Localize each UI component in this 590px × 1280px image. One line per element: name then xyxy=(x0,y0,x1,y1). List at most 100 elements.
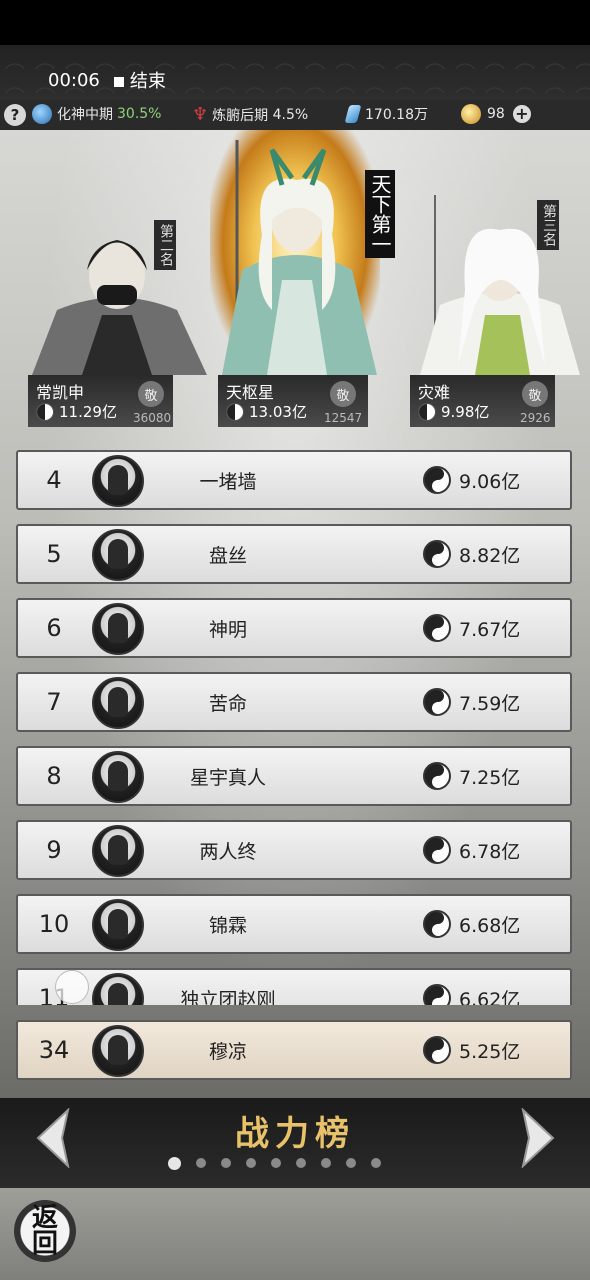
row-rank: 4 xyxy=(46,466,62,494)
spirit-stone-resource: 170.18万 xyxy=(344,104,428,124)
recording-stop-button[interactable]: 结束 xyxy=(113,67,166,93)
row-name: 一堵墙 xyxy=(199,470,257,493)
footer-ink-landscape xyxy=(0,1188,590,1280)
page-dot[interactable] xyxy=(221,1158,231,1168)
ranking-row[interactable]: 4 一堵墙 9.06亿 xyxy=(16,450,572,510)
row-name: 神明 xyxy=(208,618,247,641)
resource-bar: ? 化神中期 30.5% ♆ 炼腑后期 4.5% 170.18万 98 + xyxy=(0,100,590,130)
screen-recording-indicator[interactable]: 00:06 结束 xyxy=(48,66,166,94)
first-place-respect-count: 12547 xyxy=(324,411,363,425)
player-avatar xyxy=(92,603,144,655)
page-dot[interactable] xyxy=(246,1158,256,1168)
yinyang-icon xyxy=(423,836,451,864)
page-dot[interactable] xyxy=(321,1158,331,1168)
row-name: 两人终 xyxy=(199,840,257,863)
ranking-list[interactable]: 4 一堵墙 9.06亿 5 盘丝 8.82亿 6 神明 7.67亿 7 苦命 7… xyxy=(0,440,590,1005)
row-power: 8.82亿 xyxy=(459,544,521,567)
row-rank: 10 xyxy=(38,910,70,938)
yinyang-icon xyxy=(423,984,451,1005)
third-rank-tag: 第三名 xyxy=(537,200,559,250)
player-avatar xyxy=(92,529,144,581)
page-dot[interactable] xyxy=(296,1158,306,1168)
yinyang-icon xyxy=(423,910,451,938)
row-power: 7.25亿 xyxy=(459,766,521,789)
my-ranking-row[interactable]: 34 穆凉 5.25亿 xyxy=(16,1020,572,1080)
row-power: 6.62亿 xyxy=(459,988,521,1006)
row-rank: 5 xyxy=(46,540,62,568)
add-currency-icon[interactable]: + xyxy=(512,105,531,123)
yinyang-icon xyxy=(423,762,451,790)
ranking-row[interactable]: 8 星宇真人 7.25亿 xyxy=(16,746,572,806)
body-resource: ♆ 炼腑后期 4.5% xyxy=(192,104,309,125)
first-place-nameplate[interactable]: 天枢星 13.03亿 敬 12547 xyxy=(218,375,368,427)
respect-button[interactable]: 敬 xyxy=(138,381,164,407)
row-name: 星宇真人 xyxy=(189,766,266,789)
player-avatar xyxy=(92,899,144,951)
page-dot[interactable] xyxy=(346,1158,356,1168)
first-rank-tag: 天下第一 xyxy=(365,170,395,258)
ranking-row[interactable]: 5 盘丝 8.82亿 xyxy=(16,524,572,584)
ranking-row[interactable]: 11 独立团赵刚 6.62亿 xyxy=(16,968,572,1005)
ranking-row[interactable]: 10 锦霖 6.68亿 xyxy=(16,894,572,954)
my-power: 5.25亿 xyxy=(459,1040,521,1063)
next-board-arrow-icon[interactable] xyxy=(515,1108,559,1168)
gold-swirl-icon xyxy=(461,104,481,124)
row-name: 盘丝 xyxy=(208,544,247,567)
second-place-nameplate[interactable]: 常凯申 11.29亿 敬 36080 xyxy=(28,375,173,427)
status-bar xyxy=(0,0,590,50)
row-rank: 6 xyxy=(46,614,62,642)
recording-time: 00:06 xyxy=(48,69,100,91)
yinyang-icon xyxy=(423,540,451,568)
third-place-nameplate[interactable]: 灾难 9.98亿 敬 2926 xyxy=(410,375,555,427)
board-title: 战力榜 xyxy=(235,1114,355,1154)
respect-button[interactable]: 敬 xyxy=(330,381,356,407)
back-button[interactable]: 返 回 xyxy=(14,1200,76,1262)
row-power: 7.67亿 xyxy=(459,618,521,641)
board-page-indicator xyxy=(168,1157,381,1170)
yinyang-icon xyxy=(423,466,451,494)
row-rank: 7 xyxy=(46,688,62,716)
page-dot[interactable] xyxy=(196,1158,206,1168)
third-place-respect-count: 2926 xyxy=(520,411,551,425)
yinyang-icon xyxy=(423,688,451,716)
yinyang-icon xyxy=(36,402,54,421)
row-rank: 9 xyxy=(46,836,62,864)
touch-indicator xyxy=(55,970,89,1004)
stop-icon xyxy=(113,77,124,87)
page-dot[interactable] xyxy=(168,1157,181,1170)
my-rank: 34 xyxy=(38,1036,70,1064)
row-name: 锦霖 xyxy=(208,914,247,937)
ranking-row[interactable]: 6 神明 7.67亿 xyxy=(16,598,572,658)
page-dot[interactable] xyxy=(371,1158,381,1168)
help-icon[interactable]: ? xyxy=(4,104,26,126)
my-avatar xyxy=(92,1025,144,1077)
row-rank: 8 xyxy=(46,762,62,790)
row-power: 7.59亿 xyxy=(459,692,521,715)
player-avatar xyxy=(92,825,144,877)
respect-button[interactable]: 敬 xyxy=(522,381,548,407)
yinyang-icon xyxy=(423,1036,451,1064)
second-place-portrait[interactable] xyxy=(22,215,212,375)
page-dot[interactable] xyxy=(271,1158,281,1168)
second-place-respect-count: 36080 xyxy=(133,411,172,425)
second-rank-tag: 第二名 xyxy=(154,220,176,270)
my-name: 穆凉 xyxy=(208,1040,247,1063)
player-avatar xyxy=(92,751,144,803)
yinyang-icon xyxy=(418,402,436,421)
ranking-row[interactable]: 9 两人终 6.78亿 xyxy=(16,820,572,880)
player-avatar xyxy=(92,973,144,1005)
row-power: 6.78亿 xyxy=(459,840,521,863)
player-avatar xyxy=(92,677,144,729)
taiji-orb-icon xyxy=(32,104,52,124)
first-place-portrait[interactable] xyxy=(212,140,382,375)
first-place-name: 天枢星 xyxy=(226,383,275,402)
first-place-power: 13.03亿 xyxy=(249,403,307,421)
crystal-icon xyxy=(344,105,362,123)
yinyang-icon xyxy=(226,402,244,421)
yinyang-icon xyxy=(423,614,451,642)
prev-board-arrow-icon[interactable] xyxy=(32,1108,76,1168)
third-place-name: 灾难 xyxy=(418,383,451,402)
ranking-row[interactable]: 7 苦命 7.59亿 xyxy=(16,672,572,732)
second-place-name: 常凯申 xyxy=(36,383,85,402)
currency-resource: 98 + xyxy=(461,104,531,124)
